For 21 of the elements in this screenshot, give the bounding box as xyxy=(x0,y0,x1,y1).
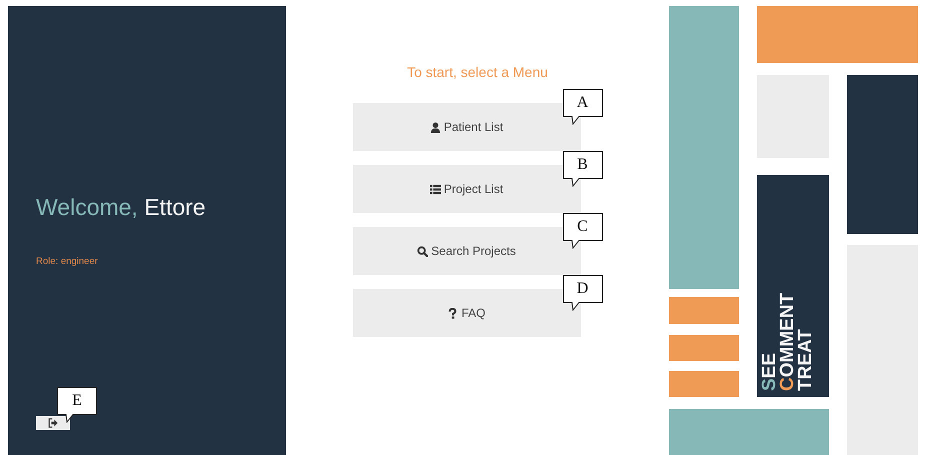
greeting-text: Welcome, xyxy=(36,194,138,220)
logo-text: TREAT xyxy=(797,328,815,391)
user-icon xyxy=(430,122,441,132)
callout-bubble: B xyxy=(562,151,602,187)
role-text: Role: engineer xyxy=(36,256,99,267)
menu-title: To start, select a Menu xyxy=(407,64,548,80)
callout-bubble: A xyxy=(562,89,602,125)
decor-tile xyxy=(669,371,739,397)
search-icon xyxy=(417,246,428,256)
callout-bubble: C xyxy=(562,213,602,249)
question-mark-icon xyxy=(447,308,458,318)
decor-tile xyxy=(669,335,739,361)
sign-out-icon xyxy=(48,418,58,428)
logo-text: COMMENT xyxy=(779,292,797,391)
list-icon xyxy=(430,184,441,194)
logout-button[interactable] xyxy=(36,416,70,430)
user-name: Ettore xyxy=(144,194,206,220)
callout-bubble: E xyxy=(57,387,97,423)
logo-text: SEE xyxy=(761,352,779,391)
decor-tile xyxy=(669,297,739,324)
callout-bubble: D xyxy=(562,275,602,311)
